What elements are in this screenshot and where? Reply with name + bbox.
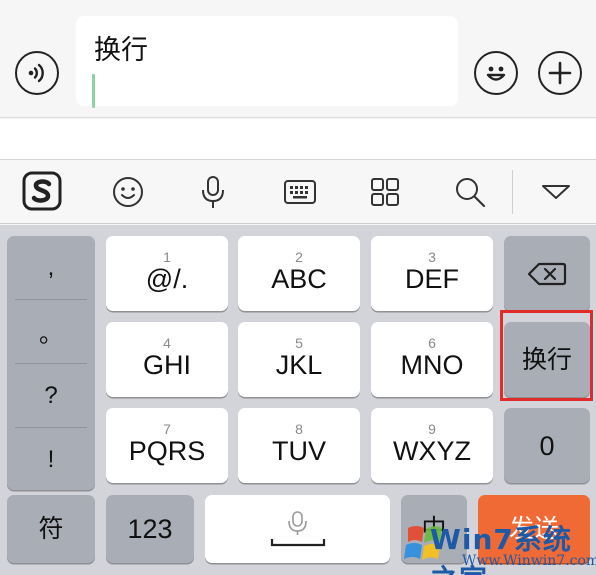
emoji-button[interactable] [474, 51, 518, 95]
microphone-icon[interactable] [195, 174, 231, 210]
punct-question[interactable]: ? [7, 364, 95, 427]
punct-period[interactable]: 。 [7, 300, 95, 363]
space-key[interactable] [205, 495, 390, 563]
key-5[interactable]: 5 JKL [238, 322, 360, 397]
typed-text: 换行 [94, 35, 148, 66]
newline-key-highlight [500, 310, 593, 401]
symbols-key[interactable]: 符 [7, 495, 95, 563]
ime-toolbar [0, 160, 596, 224]
punct-exclaim[interactable]: ! [7, 428, 95, 491]
key-1[interactable]: 1 @/. [106, 236, 228, 311]
watermark-url: Www.Winwin7.com [462, 553, 596, 569]
smiley-icon [486, 66, 506, 81]
keyboard-icon[interactable] [282, 174, 318, 210]
voice-input-button[interactable] [15, 51, 59, 95]
grid-apps-icon[interactable] [367, 174, 403, 210]
key-7[interactable]: 7 PQRS [106, 408, 228, 483]
screen: 换行 , 。 ? ! 1 @/. 2 ABC 3 DEF 4 GHI 5 JKL… [0, 0, 596, 575]
chat-input-bar: 换行 [0, 0, 596, 118]
numbers-key[interactable]: 123 [106, 495, 194, 563]
more-functions-button[interactable] [538, 51, 582, 95]
search-icon[interactable] [452, 174, 488, 210]
key-9[interactable]: 9 WXYZ [371, 408, 493, 483]
backspace-icon [527, 262, 567, 285]
space-mic-icon [270, 511, 325, 547]
key-3[interactable]: 3 DEF [371, 236, 493, 311]
key-4[interactable]: 4 GHI [106, 322, 228, 397]
toolbar-separator [512, 170, 513, 214]
chat-area-strip [0, 119, 596, 160]
key-2[interactable]: 2 ABC [238, 236, 360, 311]
collapse-down-icon[interactable] [536, 176, 576, 208]
text-caret [92, 74, 95, 108]
plus-icon [548, 61, 572, 85]
emoji-icon[interactable] [110, 174, 146, 210]
voice-wave-icon [28, 63, 44, 83]
backspace-key[interactable] [504, 236, 590, 311]
key-6[interactable]: 6 MNO [371, 322, 493, 397]
message-text-field[interactable]: 换行 [76, 16, 458, 108]
sogou-logo-icon[interactable] [22, 171, 62, 211]
punct-comma[interactable]: , [7, 236, 95, 299]
key-8[interactable]: 8 TUV [238, 408, 360, 483]
punctuation-column: , 。 ? ! [7, 236, 95, 490]
key-0[interactable]: 0 [504, 408, 590, 483]
